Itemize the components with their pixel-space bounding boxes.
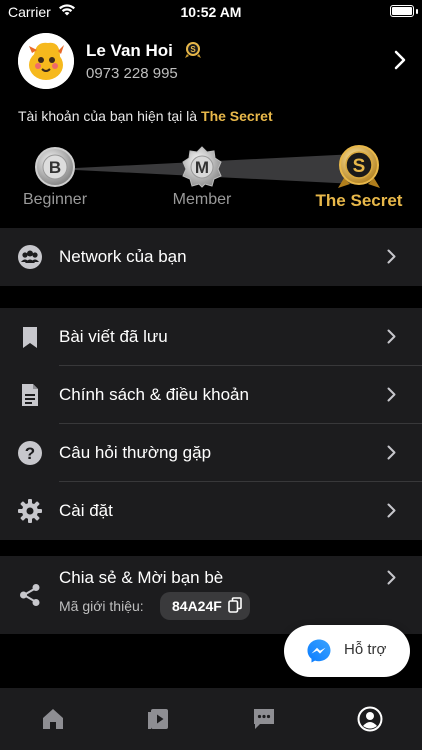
status-time: 10:52 AM — [180, 4, 242, 20]
help-icon: ? — [17, 440, 43, 466]
avatar — [18, 33, 74, 89]
profile-header[interactable]: Le Van Hoi S 0973 228 995 — [0, 30, 422, 94]
video-icon — [148, 709, 168, 729]
tier-progress: B Beginner M Member S The Secret — [0, 140, 422, 216]
home-icon — [43, 709, 63, 729]
group-icon — [17, 244, 43, 270]
menu-settings[interactable]: Cài đặt — [0, 482, 422, 540]
tier-beginner-label: Beginner — [22, 191, 88, 208]
tier-beginner-badge: B — [34, 146, 76, 188]
tab-videos[interactable] — [146, 706, 172, 732]
tab-chat[interactable] — [251, 706, 277, 732]
copy-icon[interactable] — [228, 596, 242, 616]
referral-label: Mã giới thiệu: — [59, 598, 144, 614]
chevron-right-icon — [387, 329, 396, 349]
menu-policy[interactable]: Chính sách & điều khoản — [0, 366, 422, 424]
chevron-right-icon — [387, 503, 396, 523]
menu-network-label: Network của bạn — [59, 247, 187, 266]
chevron-right-icon — [387, 249, 396, 269]
battery-icon — [390, 5, 414, 17]
account-tier-line: Tài khoản của bạn hiện tại là The Secret — [18, 108, 273, 124]
chevron-right-icon — [387, 387, 396, 407]
tab-bar — [0, 688, 422, 750]
svg-text:S: S — [353, 156, 366, 177]
status-bar: Carrier 10:52 AM — [0, 0, 422, 24]
menu-group-main: Bài viết đã lưu Chính sách & điều khoản … — [0, 308, 422, 540]
referral-code-chip[interactable]: 84A24F — [160, 592, 250, 620]
chevron-right-icon — [387, 570, 396, 590]
menu-group-network: Network của bạn — [0, 228, 422, 286]
user-name: Le Van Hoi — [86, 41, 173, 60]
support-label: Hỗ trợ — [344, 641, 387, 658]
menu-saved-posts-label: Bài viết đã lưu — [59, 327, 168, 346]
menu-share[interactable]: Chia sẻ & Mời bạn bè Mã giới thiệu: 84A2… — [0, 556, 422, 634]
share-icon — [17, 582, 43, 608]
account-tier-prefix: Tài khoản của bạn hiện tại là — [18, 108, 198, 124]
menu-faq-label: Câu hỏi thường gặp — [59, 443, 212, 462]
menu-network[interactable]: Network của bạn — [0, 228, 422, 286]
bookmark-icon — [17, 324, 43, 350]
menu-group-share: Chia sẻ & Mời bạn bè Mã giới thiệu: 84A2… — [0, 556, 422, 634]
tier-secret-badge: S — [336, 144, 382, 190]
svg-text:M: M — [195, 158, 209, 177]
menu-share-label: Chia sẻ & Mời bạn bè — [59, 568, 224, 587]
rank-badge-icon: S — [184, 41, 202, 64]
document-icon — [17, 382, 43, 408]
chevron-right-icon — [387, 445, 396, 465]
referral-code: 84A24F — [172, 598, 222, 614]
menu-policy-label: Chính sách & điều khoản — [59, 385, 249, 404]
svg-text:S: S — [190, 45, 196, 54]
chat-icon — [254, 709, 274, 729]
account-tier-value: The Secret — [201, 108, 273, 124]
support-button[interactable]: Hỗ trợ — [284, 625, 410, 677]
profile-icon — [357, 706, 383, 732]
tab-profile[interactable] — [357, 706, 383, 732]
messenger-icon — [306, 638, 332, 669]
svg-text:?: ? — [25, 444, 35, 463]
menu-faq[interactable]: ? Câu hỏi thường gặp — [0, 424, 422, 482]
tier-secret-label: The Secret — [315, 191, 403, 210]
svg-text:B: B — [49, 158, 61, 177]
gear-icon — [17, 498, 43, 524]
tab-home[interactable] — [40, 706, 66, 732]
menu-settings-label: Cài đặt — [59, 501, 113, 520]
user-phone: 0973 228 995 — [86, 65, 178, 82]
chevron-right-icon[interactable] — [394, 50, 406, 75]
tier-member-badge: M — [181, 146, 223, 188]
tier-member-label: Member — [172, 191, 232, 208]
menu-saved-posts[interactable]: Bài viết đã lưu — [0, 308, 422, 366]
